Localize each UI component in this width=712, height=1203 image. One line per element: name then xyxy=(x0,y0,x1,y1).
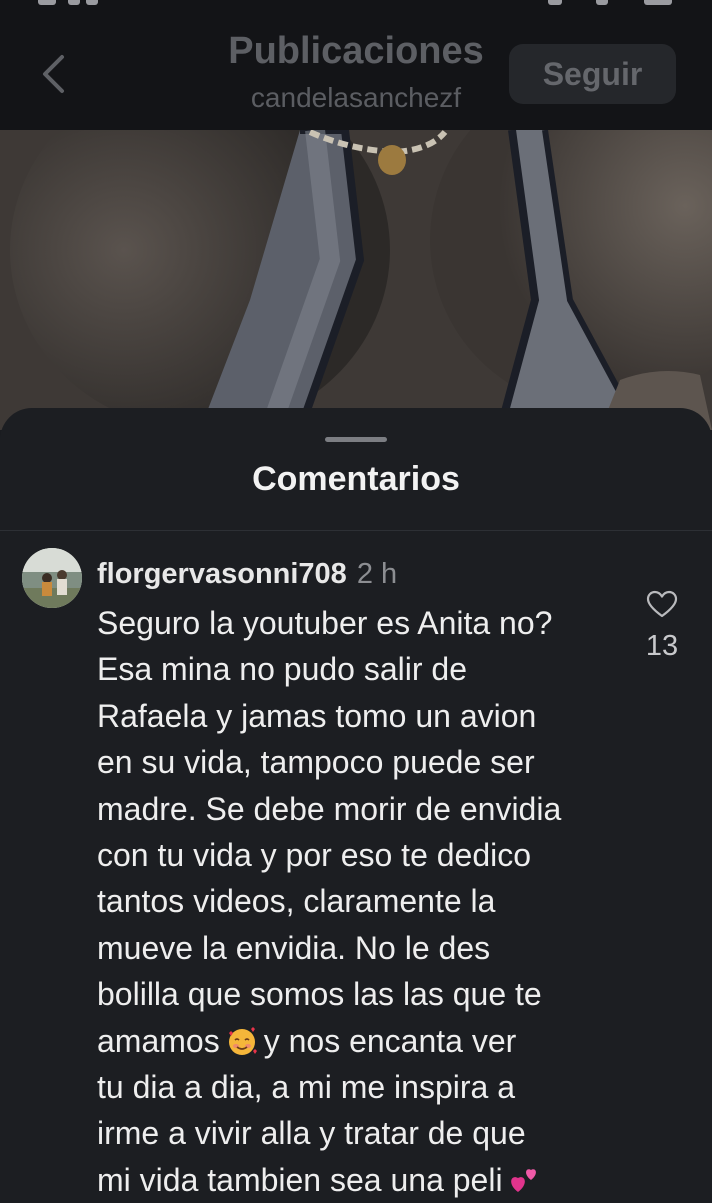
comment-line: Seguro la youtuber es Anita no? xyxy=(97,605,553,641)
comment-line: amamos y nos encanta ver xyxy=(97,1018,627,1064)
post-photo-image xyxy=(0,130,712,430)
top-navigation-bar: Publicaciones candelasanchezf Seguir xyxy=(0,0,712,130)
comment-line-text: amamos xyxy=(97,1022,220,1059)
comment-line-text: y nos encanta ver xyxy=(263,1022,517,1059)
comment-line: tantos videos, claramente la xyxy=(97,883,496,920)
comment-time: 2 h xyxy=(356,558,398,590)
comment-line: en su vida, tampoco puede ser xyxy=(97,744,535,781)
avatar-image xyxy=(22,548,82,608)
comments-title: Comentarios xyxy=(252,460,460,498)
comment-line: con tu vida y por eso te dedico xyxy=(97,837,532,874)
smiling-face-with-hearts-icon xyxy=(228,1026,257,1055)
avatar[interactable] xyxy=(22,548,82,608)
like-button[interactable] xyxy=(640,584,684,624)
comment-line: irme a vivir alla y tratar de que xyxy=(97,1115,526,1152)
follow-button[interactable]: Seguir xyxy=(509,44,676,104)
sheet-grab-handle[interactable] xyxy=(325,437,387,442)
comment-line: Esa mina no pudo salir de xyxy=(97,651,467,688)
post-photo[interactable] xyxy=(0,130,712,430)
two-hearts-icon xyxy=(510,1169,536,1192)
signal-icon xyxy=(548,0,562,5)
status-time-fragment xyxy=(68,0,80,5)
page-title-text: Publicaciones xyxy=(228,30,484,72)
comment-text: Seguro la youtuber es Anita no? Esa mina… xyxy=(97,600,627,1203)
like-count: 13 xyxy=(645,630,679,662)
wifi-icon xyxy=(596,0,608,5)
comment-line: madre. Se debe morir de envidia xyxy=(97,790,562,827)
comment-username[interactable]: florgervasonni708 xyxy=(97,558,347,590)
divider xyxy=(0,530,712,531)
status-time-fragment xyxy=(86,0,98,5)
comments-sheet: Comentarios florgervasonni708 2 h Seguro … xyxy=(0,408,712,1200)
comment-line: bolilla que somos las las que te xyxy=(97,976,542,1013)
heart-outline-icon xyxy=(646,590,678,618)
comment-line: tu dia a dia, a mi me inspira a xyxy=(97,1069,515,1106)
comment-line: mi vida tambien sea una peli xyxy=(97,1157,627,1203)
comment-header: florgervasonni708 2 h xyxy=(97,558,397,591)
comment-line-text: mi vida tambien sea una peli xyxy=(97,1161,503,1198)
status-time-fragment xyxy=(38,0,56,5)
battery-icon xyxy=(644,0,672,5)
comment-line: Rafaela y jamas tomo un avion xyxy=(97,697,537,734)
status-bar xyxy=(0,0,712,10)
comment-line: mueve la envidia. No le des xyxy=(97,929,491,966)
